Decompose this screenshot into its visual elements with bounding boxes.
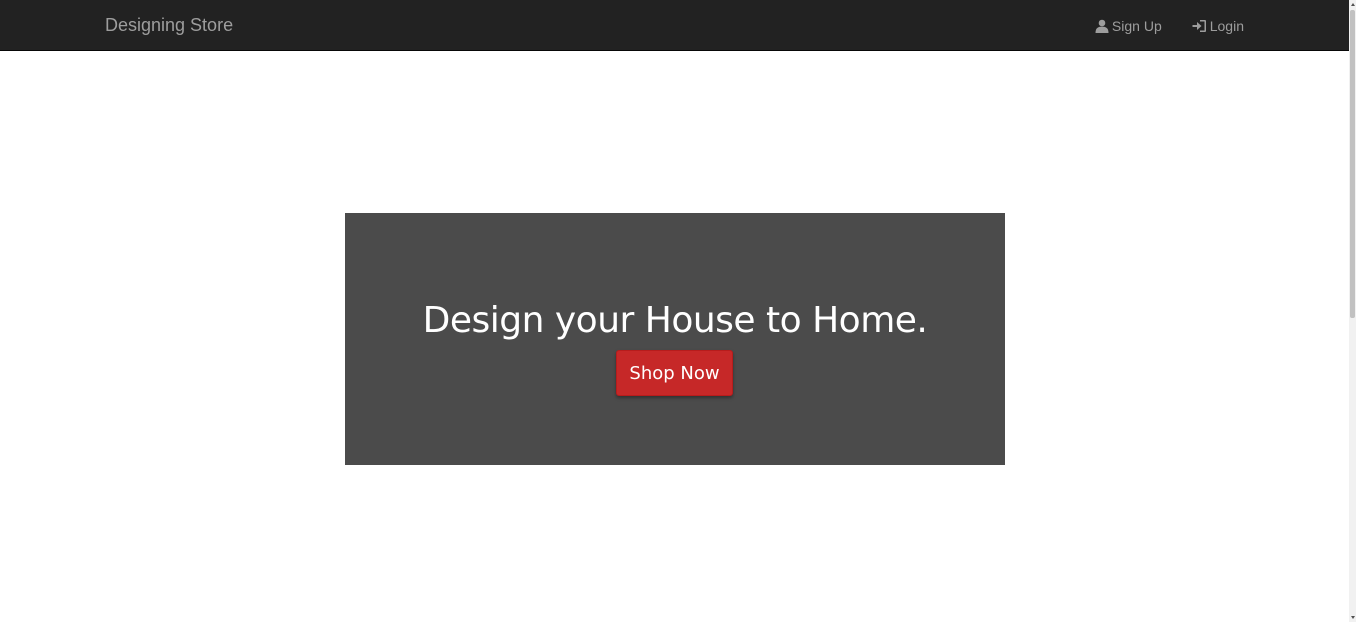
vertical-scrollbar[interactable] [1349,0,1356,622]
login-link[interactable]: Login [1192,17,1244,35]
page: Designing Store Sign Up Login Design you… [0,0,1349,622]
brand-link[interactable]: Designing Store [105,15,233,35]
nav-links: Sign Up Login [1095,17,1244,35]
signup-label: Sign Up [1111,18,1162,34]
hero-banner: Design your House to Home. Shop Now [345,213,1005,465]
login-icon [1192,19,1207,33]
scroll-thumb[interactable] [1350,10,1355,318]
scroll-down-arrow-icon[interactable] [1351,616,1355,619]
hero-title: Design your House to Home. [422,300,928,341]
signup-link[interactable]: Sign Up [1095,17,1162,35]
top-navbar: Designing Store Sign Up Login [0,0,1349,51]
user-icon [1095,19,1109,33]
shop-now-button[interactable]: Shop Now [616,350,733,396]
scroll-up-arrow-icon[interactable] [1351,3,1355,6]
login-label: Login [1209,18,1244,34]
